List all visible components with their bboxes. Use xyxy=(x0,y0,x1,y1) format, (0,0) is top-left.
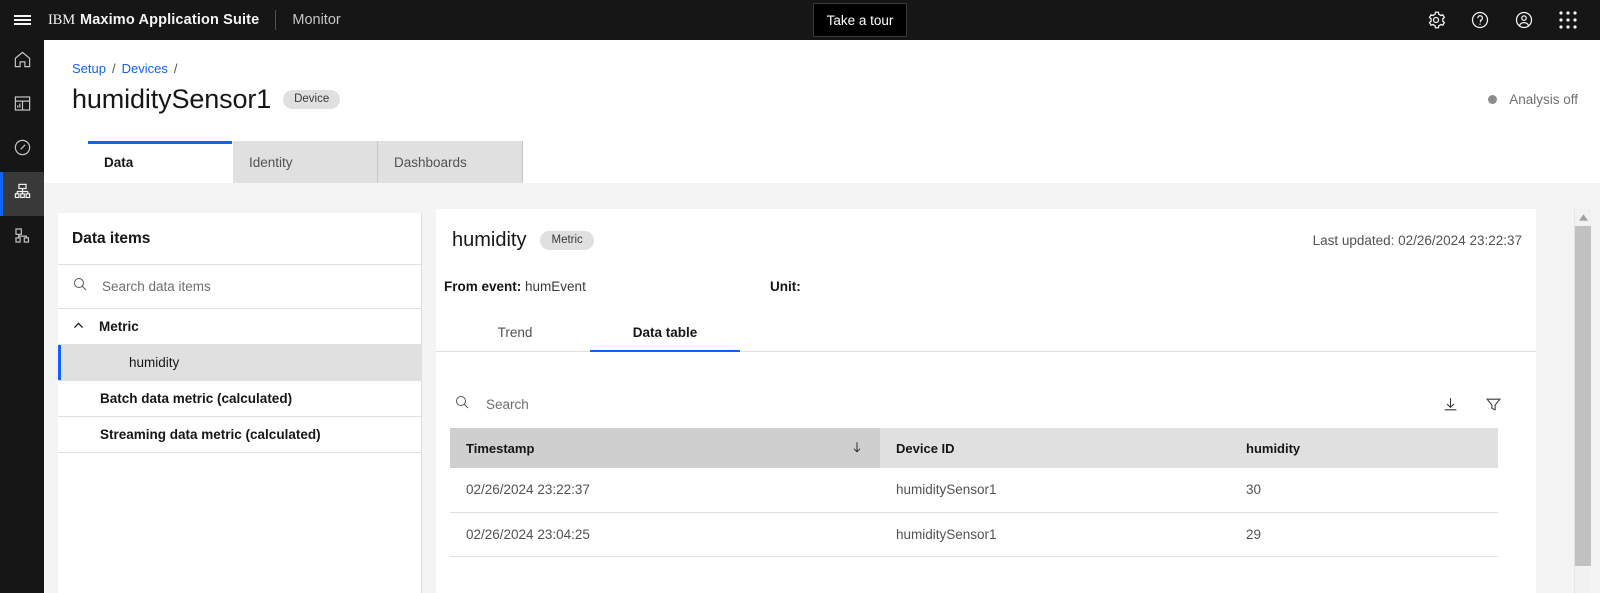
cell-timestamp: 02/26/2024 23:22:37 xyxy=(450,468,880,512)
meta-from-event-label: From event: xyxy=(444,279,521,294)
tab-identity[interactable]: Identity xyxy=(233,141,378,183)
detail-panel-scrollbar[interactable] xyxy=(1574,209,1590,593)
header-actions xyxy=(1414,0,1600,40)
device-type-pill: Device xyxy=(283,90,340,110)
status-dot-icon xyxy=(1488,95,1497,104)
filter-icon[interactable] xyxy=(1485,396,1502,413)
data-items-panel: Data items Metric humidity xyxy=(58,213,422,593)
tab-data[interactable]: Data xyxy=(88,141,233,183)
header-app-name[interactable]: Monitor xyxy=(292,12,340,28)
meta-unit: Unit: xyxy=(770,279,1100,294)
sidebar-item-dashboards[interactable] xyxy=(0,84,44,128)
brand-suite: Maximo Application Suite xyxy=(80,12,259,28)
page-title: humiditySensor1 xyxy=(72,84,271,115)
metric-data-table: Timestamp Device ID humidity xyxy=(450,428,1498,557)
sub-tab-data-table[interactable]: Data table xyxy=(590,313,740,351)
breadcrumb-separator-2: / xyxy=(174,61,178,76)
cell-device-id: humiditySensor1 xyxy=(880,468,1230,512)
gear-icon[interactable] xyxy=(1414,0,1458,40)
analysis-status-label: Analysis off xyxy=(1509,92,1578,107)
page-title-row: humiditySensor1 Device xyxy=(72,84,340,115)
monitor-gauge-icon xyxy=(13,138,32,162)
main-tabs: Data Identity Dashboards xyxy=(88,141,523,183)
tab-dashboards[interactable]: Dashboards xyxy=(378,141,523,183)
last-updated-label: Last updated: 02/26/2024 23:22:37 xyxy=(1313,233,1522,248)
metric-title: humidity xyxy=(452,229,526,252)
metric-detail-panel: humidity Metric Last updated: 02/26/2024… xyxy=(436,209,1536,593)
meta-from-event: From event: humEvent xyxy=(440,279,770,294)
cell-humidity: 29 xyxy=(1230,512,1498,556)
data-item-humidity[interactable]: humidity xyxy=(58,345,421,381)
home-icon xyxy=(13,50,32,74)
left-nav-rail xyxy=(0,40,44,593)
brand-ibm: IBM xyxy=(48,12,75,29)
breadcrumb-item-devices[interactable]: Devices xyxy=(122,61,168,76)
metric-sub-tabs: Trend Data table xyxy=(436,313,1536,352)
global-header: IBM Maximo Application Suite Monitor Tak… xyxy=(0,0,1600,40)
user-avatar-icon[interactable] xyxy=(1502,0,1546,40)
analysis-status: Analysis off xyxy=(1488,92,1578,107)
table-toolbar xyxy=(436,380,1536,428)
sidebar-item-home[interactable] xyxy=(0,40,44,84)
sidebar-item-devices[interactable] xyxy=(0,172,44,216)
data-items-group-metric[interactable]: Metric xyxy=(58,309,421,345)
hamburger-menu-icon[interactable] xyxy=(0,0,44,40)
scrollbar-thumb[interactable] xyxy=(1575,226,1591,566)
column-header-timestamp-label: Timestamp xyxy=(466,441,534,456)
table-actions xyxy=(1442,396,1502,413)
column-header-device-id[interactable]: Device ID xyxy=(880,428,1230,468)
scroll-up-arrow-icon[interactable] xyxy=(1575,209,1591,226)
data-items-search[interactable] xyxy=(58,265,421,309)
column-header-humidity[interactable]: humidity xyxy=(1230,428,1498,468)
page-container: Setup / Devices / humiditySensor1 Device… xyxy=(44,40,1600,593)
data-items-group-label: Metric xyxy=(99,319,139,334)
breadcrumb-separator: / xyxy=(112,61,116,76)
meta-from-event-value: humEvent xyxy=(525,279,586,294)
arrow-down-icon xyxy=(850,440,864,457)
data-item-batch-data-metric[interactable]: Batch data metric (calculated) xyxy=(58,381,421,417)
download-icon[interactable] xyxy=(1442,396,1459,413)
chevron-up-icon xyxy=(72,319,85,335)
cell-humidity: 30 xyxy=(1230,468,1498,512)
help-icon[interactable] xyxy=(1458,0,1502,40)
content-area: Data items Metric humidity xyxy=(44,183,1600,593)
data-items-heading: Data items xyxy=(58,213,421,265)
column-header-timestamp[interactable]: Timestamp xyxy=(450,428,880,468)
header-divider xyxy=(275,10,276,30)
search-icon xyxy=(454,394,470,415)
brand-title[interactable]: IBM Maximo Application Suite xyxy=(44,12,259,29)
search-icon xyxy=(72,276,88,297)
breadcrumb: Setup / Devices / xyxy=(72,61,177,76)
table-header-row: Timestamp Device ID humidity xyxy=(450,428,1498,468)
breadcrumb-item-setup[interactable]: Setup xyxy=(72,61,106,76)
app-switcher-icon[interactable] xyxy=(1546,0,1590,40)
sidebar-item-monitor[interactable] xyxy=(0,128,44,172)
cell-device-id: humiditySensor1 xyxy=(880,512,1230,556)
metric-meta-row: From event: humEvent Unit: xyxy=(436,252,1536,294)
sub-tab-trend[interactable]: Trend xyxy=(440,313,590,351)
table-search-input[interactable] xyxy=(486,397,786,412)
table-row[interactable]: 02/26/2024 23:04:25 humiditySensor1 29 xyxy=(450,512,1498,556)
devices-icon xyxy=(13,182,32,206)
cell-timestamp: 02/26/2024 23:04:25 xyxy=(450,512,880,556)
sidebar-item-asset-hierarchy[interactable] xyxy=(0,216,44,260)
table-row[interactable]: 02/26/2024 23:22:37 humiditySensor1 30 xyxy=(450,468,1498,512)
table-search[interactable] xyxy=(454,394,1442,415)
search-data-items-input[interactable] xyxy=(102,279,382,294)
data-item-streaming-data-metric[interactable]: Streaming data metric (calculated) xyxy=(58,417,421,453)
dashboard-icon xyxy=(13,94,32,118)
asset-hierarchy-icon xyxy=(13,226,32,250)
data-item-label: humidity xyxy=(129,355,179,370)
metric-type-pill: Metric xyxy=(540,231,593,251)
take-a-tour-button[interactable]: Take a tour xyxy=(813,3,907,37)
meta-unit-label: Unit: xyxy=(770,279,801,294)
